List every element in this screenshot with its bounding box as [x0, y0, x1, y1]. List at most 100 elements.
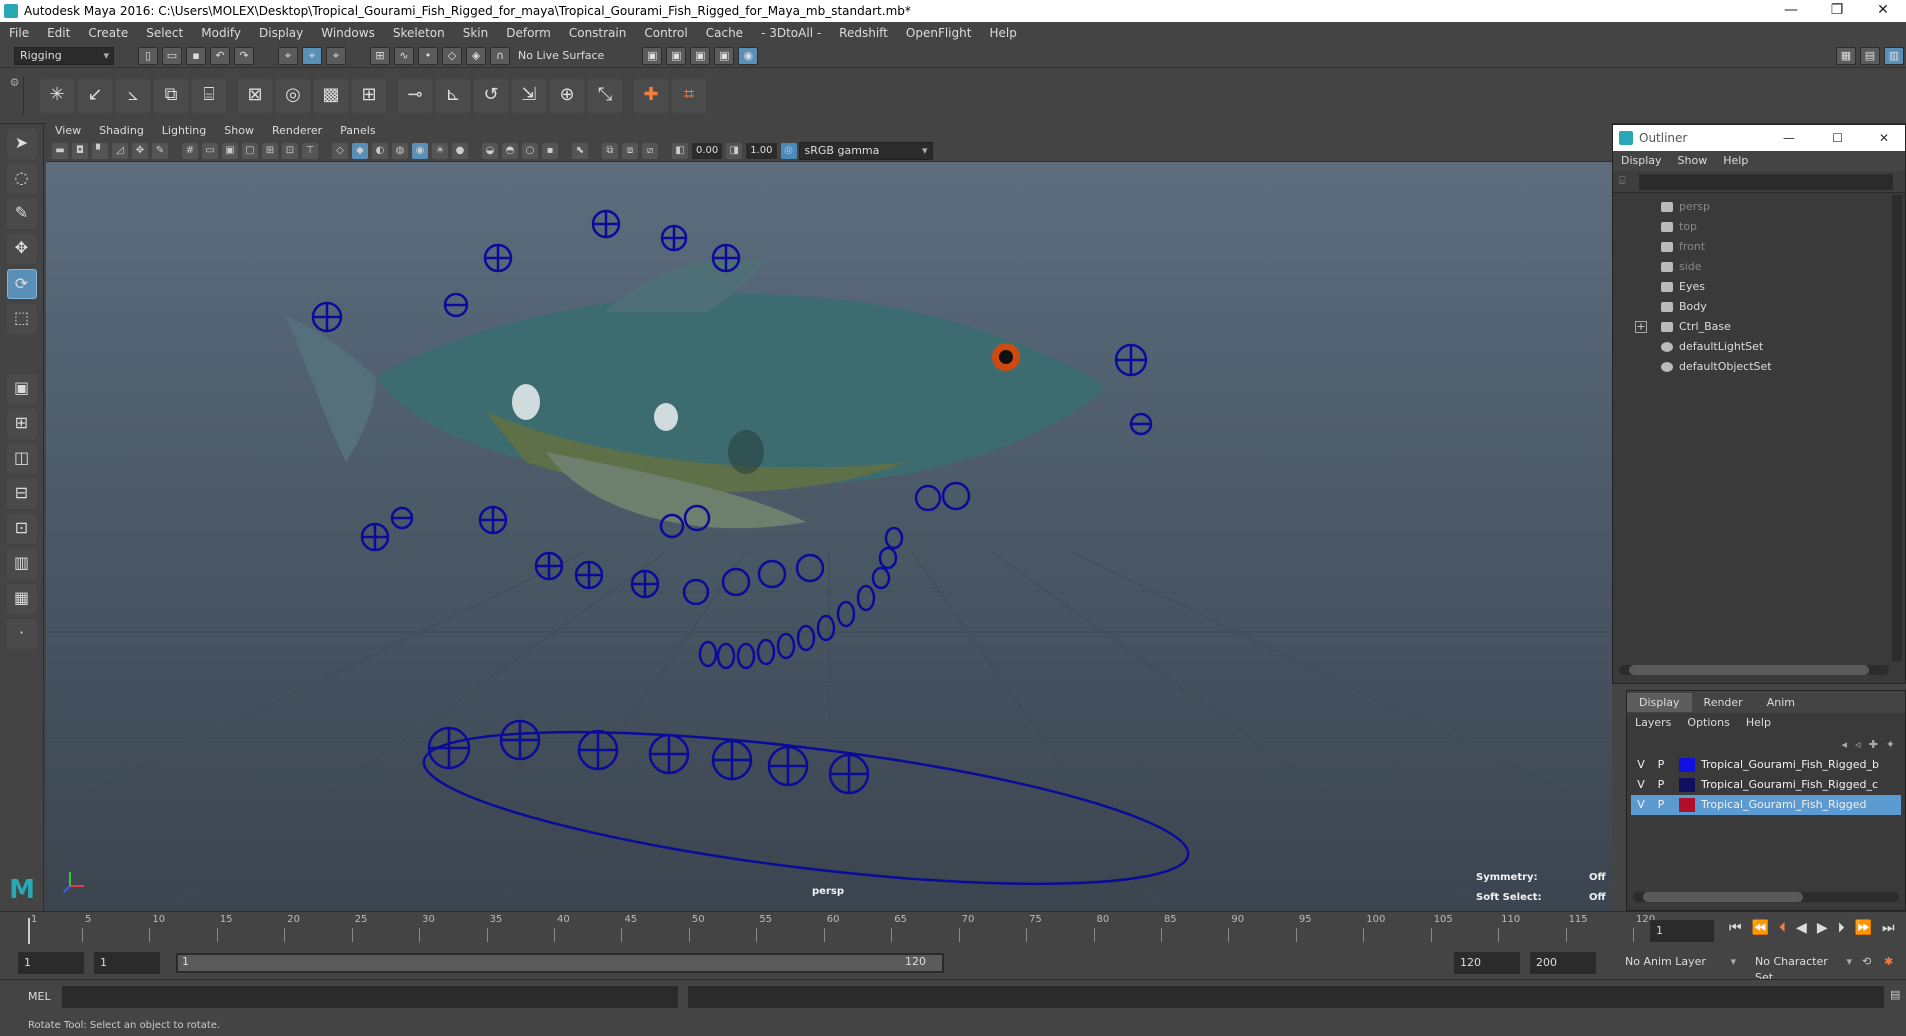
select-camera-icon[interactable]: ▬	[52, 142, 68, 159]
layer-visibility-toggle[interactable]: V	[1631, 755, 1651, 775]
menu-display[interactable]: Display	[250, 22, 312, 44]
auto-key-icon[interactable]: ⟲	[1862, 955, 1871, 968]
point-constraint-icon[interactable]: ⊸	[398, 78, 432, 113]
menu-openflight[interactable]: OpenFlight	[897, 22, 981, 44]
select-hierarchy-icon[interactable]: ⌖	[278, 46, 298, 65]
paint-weights-icon[interactable]: ◎	[276, 78, 310, 113]
viewport-menu-view[interactable]: View	[46, 122, 90, 140]
hypershade-icon[interactable]: ◉	[738, 46, 759, 65]
step-forward-key-icon[interactable]: ⏩	[1855, 920, 1872, 936]
new-layer-selected-icon[interactable]: ✦	[1886, 738, 1895, 751]
live-surface-field[interactable]: No Live Surface	[518, 49, 604, 62]
playback-start-field[interactable]: 1	[94, 952, 160, 974]
redo-icon[interactable]: ↷	[234, 46, 254, 65]
time-slider[interactable]: 1 5 10 15 20 25 30 35 40 45 50 55 60 65 70 75 80 85 90 95 10…	[0, 911, 1906, 947]
menu-edit[interactable]: Edit	[38, 22, 79, 44]
menu-skeleton[interactable]: Skeleton	[384, 22, 454, 44]
restore-button[interactable]: ❐	[1814, 0, 1860, 22]
snap-curve-icon[interactable]: ∿	[394, 46, 414, 65]
set-driven-key-icon[interactable]: ⌗	[672, 78, 706, 113]
outliner-item-front[interactable]: front	[1613, 237, 1905, 257]
current-time-marker[interactable]	[28, 918, 30, 944]
undo-icon[interactable]: ↶	[210, 46, 230, 65]
pole-vector-icon[interactable]: ⤡	[588, 78, 622, 113]
outliner-item-top[interactable]: top	[1613, 217, 1905, 237]
menu-skin[interactable]: Skin	[454, 22, 498, 44]
single-view-layout-icon[interactable]: ▣	[6, 374, 37, 404]
orient-constraint-icon[interactable]: ↺	[474, 78, 508, 113]
antialias-icon[interactable]: ⧈	[622, 142, 638, 159]
bind-skin-icon[interactable]: ⊠	[238, 78, 272, 113]
layer-playback-toggle[interactable]: P	[1651, 795, 1671, 815]
move-layer-down-icon[interactable]: ◃	[1855, 738, 1861, 751]
layer-visibility-toggle[interactable]: V	[1631, 775, 1651, 795]
camera-attributes-icon[interactable]: ◘	[72, 142, 88, 159]
layer-menu-options[interactable]: Options	[1679, 713, 1737, 733]
menu-create[interactable]: Create	[79, 22, 137, 44]
menu-deform[interactable]: Deform	[497, 22, 560, 44]
command-input[interactable]	[62, 986, 678, 1008]
viewport-menu-lighting[interactable]: Lighting	[153, 122, 215, 140]
layer-color-swatch[interactable]	[1679, 758, 1695, 772]
color-management-icon[interactable]: ◎	[780, 142, 797, 159]
layer-h-scrollbar[interactable]	[1633, 892, 1899, 902]
step-forward-frame-icon[interactable]: ⏵	[1838, 920, 1845, 936]
safe-title-icon[interactable]: ⊤	[302, 142, 318, 159]
select-object-icon[interactable]: ⌖	[302, 46, 322, 65]
magnet-icon[interactable]: ∩	[490, 46, 510, 65]
layer-row[interactable]: V P Tropical_Gourami_Fish_Rigged	[1631, 795, 1901, 815]
side-by-side-layout-icon[interactable]: ◫	[6, 444, 37, 474]
viewport-menu-show[interactable]: Show	[215, 122, 263, 140]
wireframe-on-shaded-icon[interactable]: ◐	[372, 142, 388, 159]
viewport-menu-shading[interactable]: Shading	[90, 122, 153, 140]
grid-icon[interactable]: #	[182, 142, 198, 159]
scale-constraint-icon[interactable]: ⇲	[512, 78, 546, 113]
snap-grid-icon[interactable]: ⊞	[370, 46, 390, 65]
go-to-start-icon[interactable]: ⏮	[1729, 920, 1742, 936]
ambient-occlusion-icon[interactable]: ●	[452, 142, 468, 159]
ik-spline-icon[interactable]: ⦣	[116, 78, 150, 113]
outliner-v-scrollbar[interactable]	[1892, 195, 1902, 661]
outliner-item-ctrl-base[interactable]: + Ctrl_Base	[1613, 317, 1905, 337]
xray-icon[interactable]: ◒	[482, 142, 498, 159]
persp-outliner-layout-icon[interactable]: ⊡	[6, 514, 37, 544]
animation-prefs-icon[interactable]: ✱	[1884, 955, 1893, 968]
expand-icon[interactable]: +	[1635, 321, 1647, 333]
current-frame-field[interactable]: 1	[1650, 920, 1714, 942]
layer-visibility-toggle[interactable]: V	[1631, 795, 1651, 815]
new-layer-icon[interactable]: ✚	[1869, 738, 1878, 751]
menu-3dtoall[interactable]: - 3DtoAll -	[752, 22, 830, 44]
menu-control[interactable]: Control	[635, 22, 696, 44]
play-forwards-icon[interactable]: ▶	[1817, 920, 1828, 936]
outliner-h-scrollbar[interactable]	[1619, 665, 1889, 675]
menu-file[interactable]: File	[0, 22, 38, 44]
paint-select-icon[interactable]: ✎	[6, 199, 37, 229]
snap-surface-icon[interactable]: ◈	[466, 46, 486, 65]
hypershade-layout-icon[interactable]: ▥	[6, 549, 37, 579]
wireframe-icon[interactable]: ◇	[332, 142, 348, 159]
viewport-menu-renderer[interactable]: Renderer	[263, 122, 331, 140]
rotate-tool-icon[interactable]: ⟳	[6, 269, 37, 299]
layer-row[interactable]: V P Tropical_Gourami_Fish_Rigged_c	[1631, 775, 1901, 795]
image-plane-icon[interactable]: ◿	[112, 142, 128, 159]
gate-mask-icon[interactable]: ▢	[242, 142, 258, 159]
end-time-field[interactable]: 200	[1530, 952, 1596, 974]
script-editor-icon[interactable]: ▤	[1890, 988, 1900, 1001]
parent-constraint-icon[interactable]: ⊕	[550, 78, 584, 113]
select-tool-icon[interactable]: ➤	[6, 129, 37, 159]
outliner-item-defaultobjectset[interactable]: defaultObjectSet	[1613, 357, 1905, 377]
outliner-minimize-button[interactable]: —	[1783, 131, 1795, 145]
aim-constraint-icon[interactable]: ⊾	[436, 78, 470, 113]
joint-tool-icon[interactable]: ✳	[40, 78, 74, 113]
command-language-toggle[interactable]: MEL	[28, 990, 51, 1003]
outliner-item-body[interactable]: Body	[1613, 297, 1905, 317]
resolution-gate-icon[interactable]: ▣	[222, 142, 238, 159]
cluster-icon[interactable]: ⊞	[352, 78, 386, 113]
outliner-titlebar[interactable]: Outliner — ☐ ✕	[1613, 125, 1905, 151]
smooth-shade-icon[interactable]: ◆	[352, 142, 368, 159]
viewport-menu-panels[interactable]: Panels	[331, 122, 384, 140]
layer-menu-help[interactable]: Help	[1738, 713, 1779, 733]
menu-select[interactable]: Select	[137, 22, 192, 44]
range-bar[interactable]: 1 120	[176, 953, 944, 973]
quick-rig-icon[interactable]: ⌸	[192, 78, 226, 113]
